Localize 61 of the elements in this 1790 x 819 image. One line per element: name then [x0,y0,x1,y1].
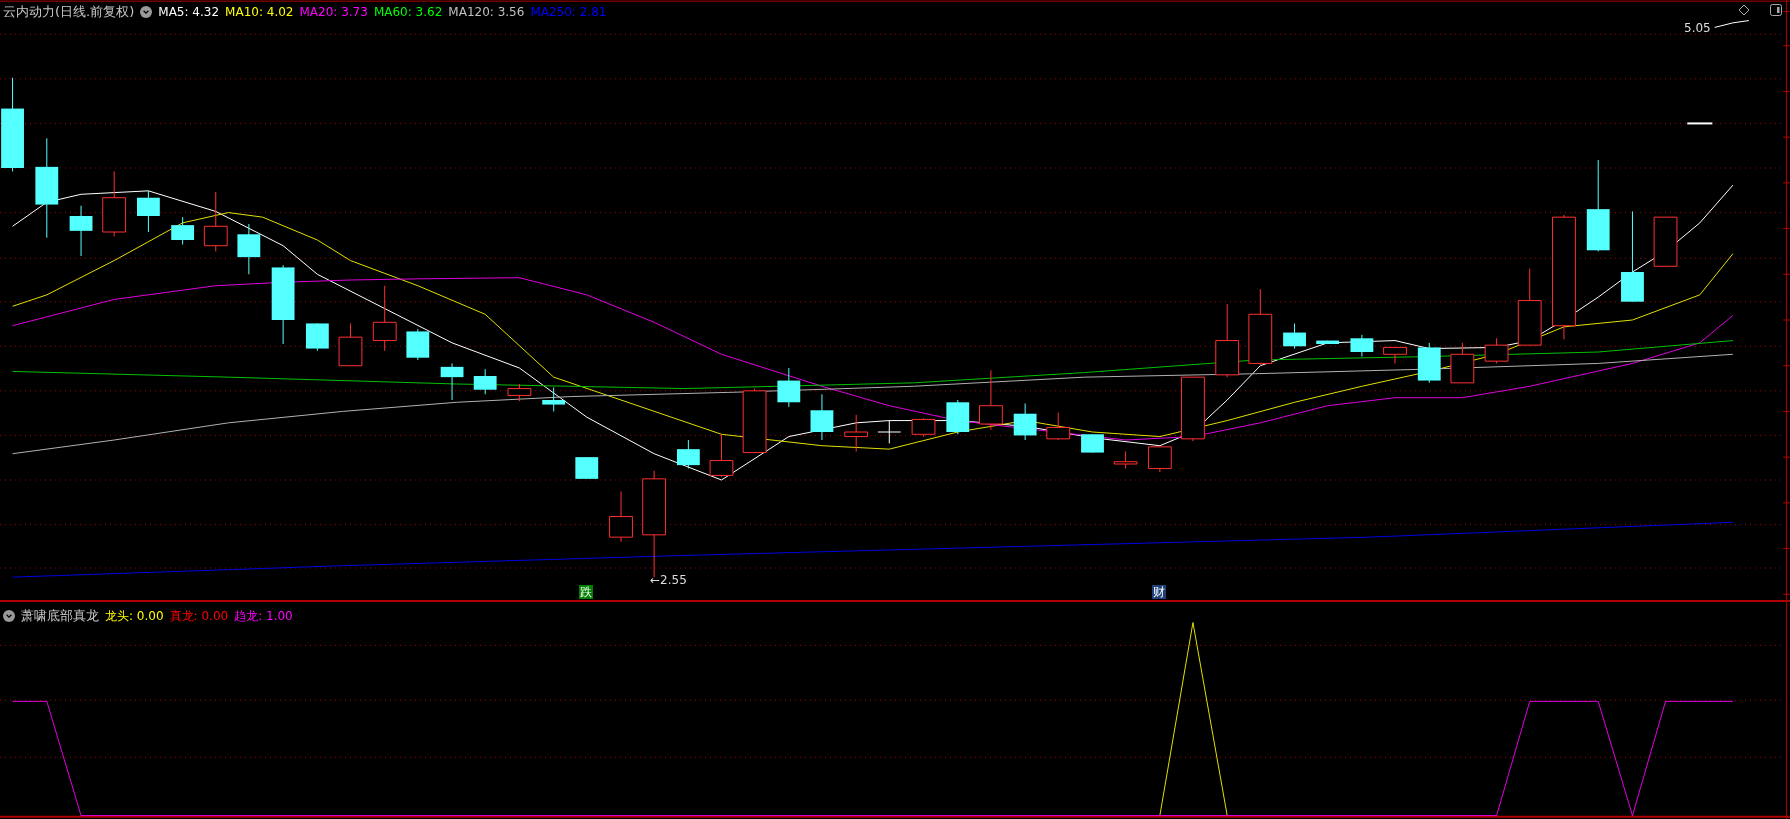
candlestick [305,322,329,352]
candlestick [1113,450,1138,470]
moving-average-value: MA20: 3.73 [299,5,368,19]
candlestick [946,399,970,435]
candlestick [1013,402,1037,441]
candlestick [877,420,902,444]
candlestick [844,414,869,452]
signal-marker: 跌 [579,585,593,599]
moving-average-value: MA10: 4.02 [225,5,294,19]
chart-title: 云内动力(日线.前复权) [3,3,135,21]
indicator-value: 龙头: 0.00 [105,607,164,625]
dropdown-icon[interactable] [140,6,153,18]
candlestick [1081,433,1104,454]
indicator-title: 萧啸底部真龙 [21,607,99,625]
moving-average-value: MA250: 2.81 [530,5,607,19]
candlestick [1383,346,1407,364]
dropdown-icon[interactable] [3,610,15,622]
candlestick [1283,322,1306,350]
indicator-value: 真龙: 0.00 [169,607,229,625]
candlestick [237,223,261,275]
candlestick [473,368,497,395]
candlestick [1350,334,1374,358]
signal-marker: 财 [1152,585,1166,599]
candlestick [742,388,767,454]
candlestick [810,393,834,441]
candlestick [911,417,936,438]
candlestick [171,216,195,246]
candlestick [1450,342,1475,384]
candlestick [1147,446,1172,473]
candlestick [575,456,599,480]
candlestick [338,322,363,367]
candlestick [1653,216,1678,267]
candlestick [203,191,228,252]
candlestick [102,170,127,238]
moving-average-value: MA60: 3.62 [373,5,443,19]
diamond-icon[interactable] [1738,4,1750,16]
candlestick [777,367,801,408]
panel-toggle-icon[interactable] [1770,4,1782,16]
candlestick [609,490,633,543]
candlestick [137,190,160,233]
candlestick [1316,340,1340,345]
low-price-label: ←2.55 [650,573,687,587]
candlestick [1417,342,1441,384]
candlestick [440,362,464,401]
candlestick [69,205,93,257]
candlestick [1181,376,1205,442]
candlestick [979,369,1003,431]
candlestick [1484,337,1509,364]
high-price-label: 5.05 [1684,21,1711,35]
candlestick [709,433,734,478]
candlestick [406,328,430,361]
candlestick [676,439,700,470]
leader-line [1714,20,1750,28]
candlestick [372,285,397,352]
candlestick [542,386,566,412]
price-marker [1686,122,1714,125]
candlestick [507,383,532,402]
indicator-value: 趋龙: 1.00 [234,607,293,625]
moving-average-value: MA5: 4.32 [158,5,220,19]
moving-average-value: MA120: 3.56 [448,5,525,19]
candlestick [1046,412,1071,441]
